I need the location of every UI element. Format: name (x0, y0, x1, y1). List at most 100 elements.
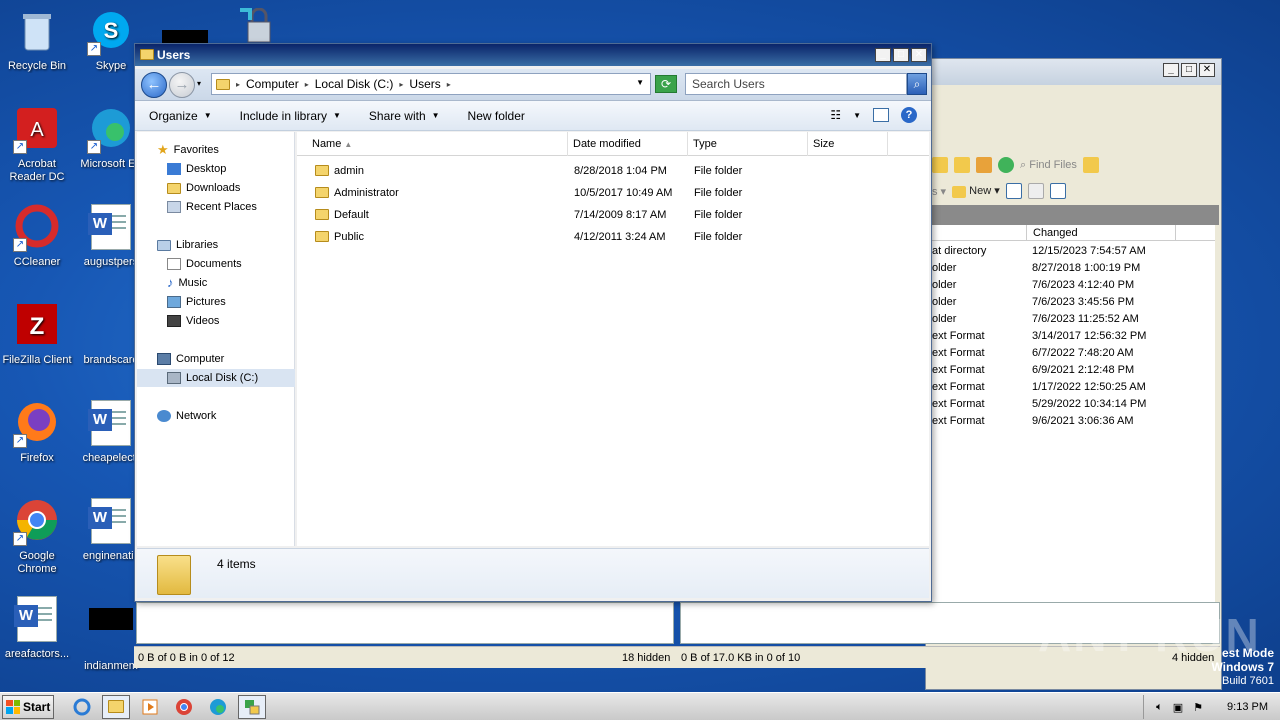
list-item[interactable]: older 7/6/2023 3:45:56 PM (932, 294, 1215, 311)
media-player-taskbar-icon[interactable] (136, 695, 164, 719)
start-button[interactable]: Start (2, 694, 54, 719)
table-row[interactable]: Public 4/12/2011 3:24 AM File folder (297, 226, 929, 248)
maximize-button[interactable]: □ (1181, 63, 1197, 77)
desktop-icon-filezilla[interactable]: Z FileZilla Client (0, 302, 74, 367)
maximize-button[interactable]: □ (893, 48, 909, 62)
list-item[interactable]: at directory 12/15/2023 7:54:57 AM (932, 243, 1215, 260)
close-button[interactable]: ✕ (911, 48, 927, 62)
breadcrumb-users[interactable]: Users (409, 77, 440, 91)
search-input[interactable]: Search Users (685, 73, 907, 95)
help-icon[interactable]: ? (901, 107, 917, 123)
word-document-icon: W (13, 596, 61, 644)
background-file-list[interactable]: Changed at directory 12/15/2023 7:54:57 A… (932, 225, 1215, 635)
column-header-type[interactable]: Type (688, 132, 808, 156)
back-button[interactable]: ← (141, 72, 167, 98)
desktop-icon-firefox[interactable]: ↗ Firefox (0, 400, 74, 465)
list-item[interactable]: older 7/6/2023 11:25:52 AM (932, 311, 1215, 328)
breadcrumb-computer[interactable]: Computer (246, 77, 299, 91)
organize-button[interactable]: Organize ▼ (135, 109, 226, 123)
filter-icon[interactable] (1049, 183, 1066, 199)
list-item[interactable]: ext Format 6/7/2022 7:48:20 AM (932, 345, 1215, 362)
remove-icon[interactable] (1027, 183, 1044, 199)
address-dropdown-icon[interactable]: ▼ (636, 78, 644, 87)
navigation-pane[interactable]: ★ Favorites Desktop Downloads Recent Plac… (137, 132, 295, 546)
chevron-right-icon[interactable]: ▸ (447, 80, 451, 89)
chevron-right-icon[interactable]: ▸ (399, 80, 403, 89)
folder-icon[interactable] (954, 157, 970, 173)
left-file-pane[interactable] (136, 602, 674, 644)
desktop-icon-recycle-bin[interactable]: Recycle Bin (0, 8, 74, 73)
nav-favorites[interactable]: ★ Favorites (157, 141, 219, 159)
close-button[interactable]: ✕ (1199, 63, 1215, 77)
chevron-right-icon[interactable]: ▸ (236, 80, 240, 89)
explorer-window[interactable]: Users _ □ ✕ ← → ▾ ▸ Computer ▸ Local Dis… (134, 43, 932, 602)
background-file-manager-window[interactable]: _ □ ✕ ⌕ Find Files s ▾ New ▾ Changed at (925, 58, 1222, 690)
desktop-icon-acrobat[interactable]: A ↗ Acrobat Reader DC (0, 106, 74, 184)
table-row[interactable]: Administrator 10/5/2017 10:49 AM File fold… (297, 182, 929, 204)
chevron-right-icon[interactable]: ▸ (305, 80, 309, 89)
nav-local-disk[interactable]: Local Disk (C:) (137, 369, 295, 387)
find-files-button[interactable]: ⌕ Find Files (1020, 159, 1077, 172)
nav-computer[interactable]: Computer (157, 350, 224, 368)
home-icon[interactable] (976, 157, 992, 173)
action-center-flag-icon[interactable]: ⚑ (1193, 701, 1203, 714)
file-explorer-taskbar-icon[interactable] (102, 694, 130, 719)
folder-up-icon[interactable] (932, 157, 948, 173)
preview-pane-icon[interactable] (873, 108, 889, 122)
list-item[interactable]: older 7/6/2023 4:12:40 PM (932, 277, 1215, 294)
list-item[interactable]: ext Format 3/14/2017 12:56:32 PM (932, 328, 1215, 345)
item-changed: 7/6/2023 11:25:52 AM (1032, 313, 1139, 325)
item-changed: 6/9/2021 2:12:48 PM (1032, 364, 1135, 376)
refresh-icon[interactable] (998, 157, 1014, 173)
nav-network[interactable]: Network (157, 407, 216, 425)
internet-explorer-taskbar-icon[interactable] (68, 695, 96, 719)
ccleaner-icon: ↗ (13, 204, 61, 252)
share-with-button[interactable]: Share with ▼ (355, 109, 454, 123)
nav-desktop[interactable]: Desktop (167, 160, 226, 178)
sync-icon[interactable] (1082, 157, 1099, 173)
explorer-titlebar[interactable]: Users _ □ ✕ (135, 44, 931, 66)
speaker-icon[interactable]: 🔈︎ (1156, 701, 1163, 714)
minimize-button[interactable]: _ (875, 48, 891, 62)
desktop-icon-chrome[interactable]: ↗ Google Chrome (0, 498, 74, 576)
nav-downloads[interactable]: Downloads (167, 179, 240, 197)
nav-pictures[interactable]: Pictures (167, 293, 226, 311)
changed-column-header[interactable]: Changed (1026, 225, 1176, 241)
nav-recent-places[interactable]: Recent Places (167, 198, 257, 216)
clock[interactable]: 9:13 PM (1227, 701, 1268, 713)
list-item[interactable]: ext Format 6/9/2021 2:12:48 PM (932, 362, 1215, 379)
include-in-library-button[interactable]: Include in library ▼ (226, 109, 355, 123)
view-options-icon[interactable]: ☷ (830, 108, 841, 122)
list-item[interactable]: ext Format 5/29/2022 10:34:14 PM (932, 396, 1215, 413)
refresh-button[interactable]: ⟳ (655, 75, 677, 93)
chrome-taskbar-icon[interactable] (170, 695, 198, 719)
breadcrumb-local-disk[interactable]: Local Disk (C:) (315, 77, 394, 91)
list-item[interactable]: ext Format 1/17/2022 12:50:25 AM (932, 379, 1215, 396)
new-button[interactable]: New ▾ (952, 184, 1000, 198)
view-dropdown-icon[interactable]: ▼ (853, 111, 861, 120)
list-item[interactable]: older 8/27/2018 1:00:19 PM (932, 260, 1215, 277)
new-folder-button[interactable]: New folder (454, 109, 539, 123)
table-row[interactable]: admin 8/28/2018 1:04 PM File folder (297, 160, 929, 182)
address-bar[interactable]: ▸ Computer ▸ Local Disk (C:) ▸ Users ▸ ▼ (211, 73, 651, 95)
table-row[interactable]: Default 7/14/2009 8:17 AM File folder (297, 204, 929, 226)
network-app-taskbar-icon[interactable] (238, 694, 266, 719)
minimize-button[interactable]: _ (1163, 63, 1179, 77)
recent-pages-chevron-icon[interactable]: ▾ (197, 79, 201, 88)
forward-button[interactable]: → (169, 72, 195, 98)
desktop-icon-areafactors[interactable]: W areafactors... (0, 596, 74, 661)
desktop-icon-ccleaner[interactable]: ↗ CCleaner (0, 204, 74, 269)
nav-libraries[interactable]: Libraries (157, 236, 218, 254)
column-header-size[interactable]: Size (808, 132, 888, 156)
edge-taskbar-icon[interactable] (204, 695, 232, 719)
column-header-name[interactable]: Name ▲ (297, 132, 568, 156)
column-header-date-modified[interactable]: Date modified (568, 132, 688, 156)
nav-music[interactable]: ♪ Music (167, 274, 207, 292)
file-list[interactable]: Name ▲ Date modified Type Size admin 8/28… (297, 132, 929, 546)
search-icon[interactable]: ⌕ (907, 73, 927, 95)
network-status-icon[interactable]: ▣ (1173, 701, 1183, 714)
add-icon[interactable] (1005, 183, 1022, 199)
nav-videos[interactable]: Videos (167, 312, 219, 330)
nav-documents[interactable]: Documents (167, 255, 242, 273)
list-item[interactable]: ext Format 9/6/2021 3:06:36 AM (932, 413, 1215, 430)
